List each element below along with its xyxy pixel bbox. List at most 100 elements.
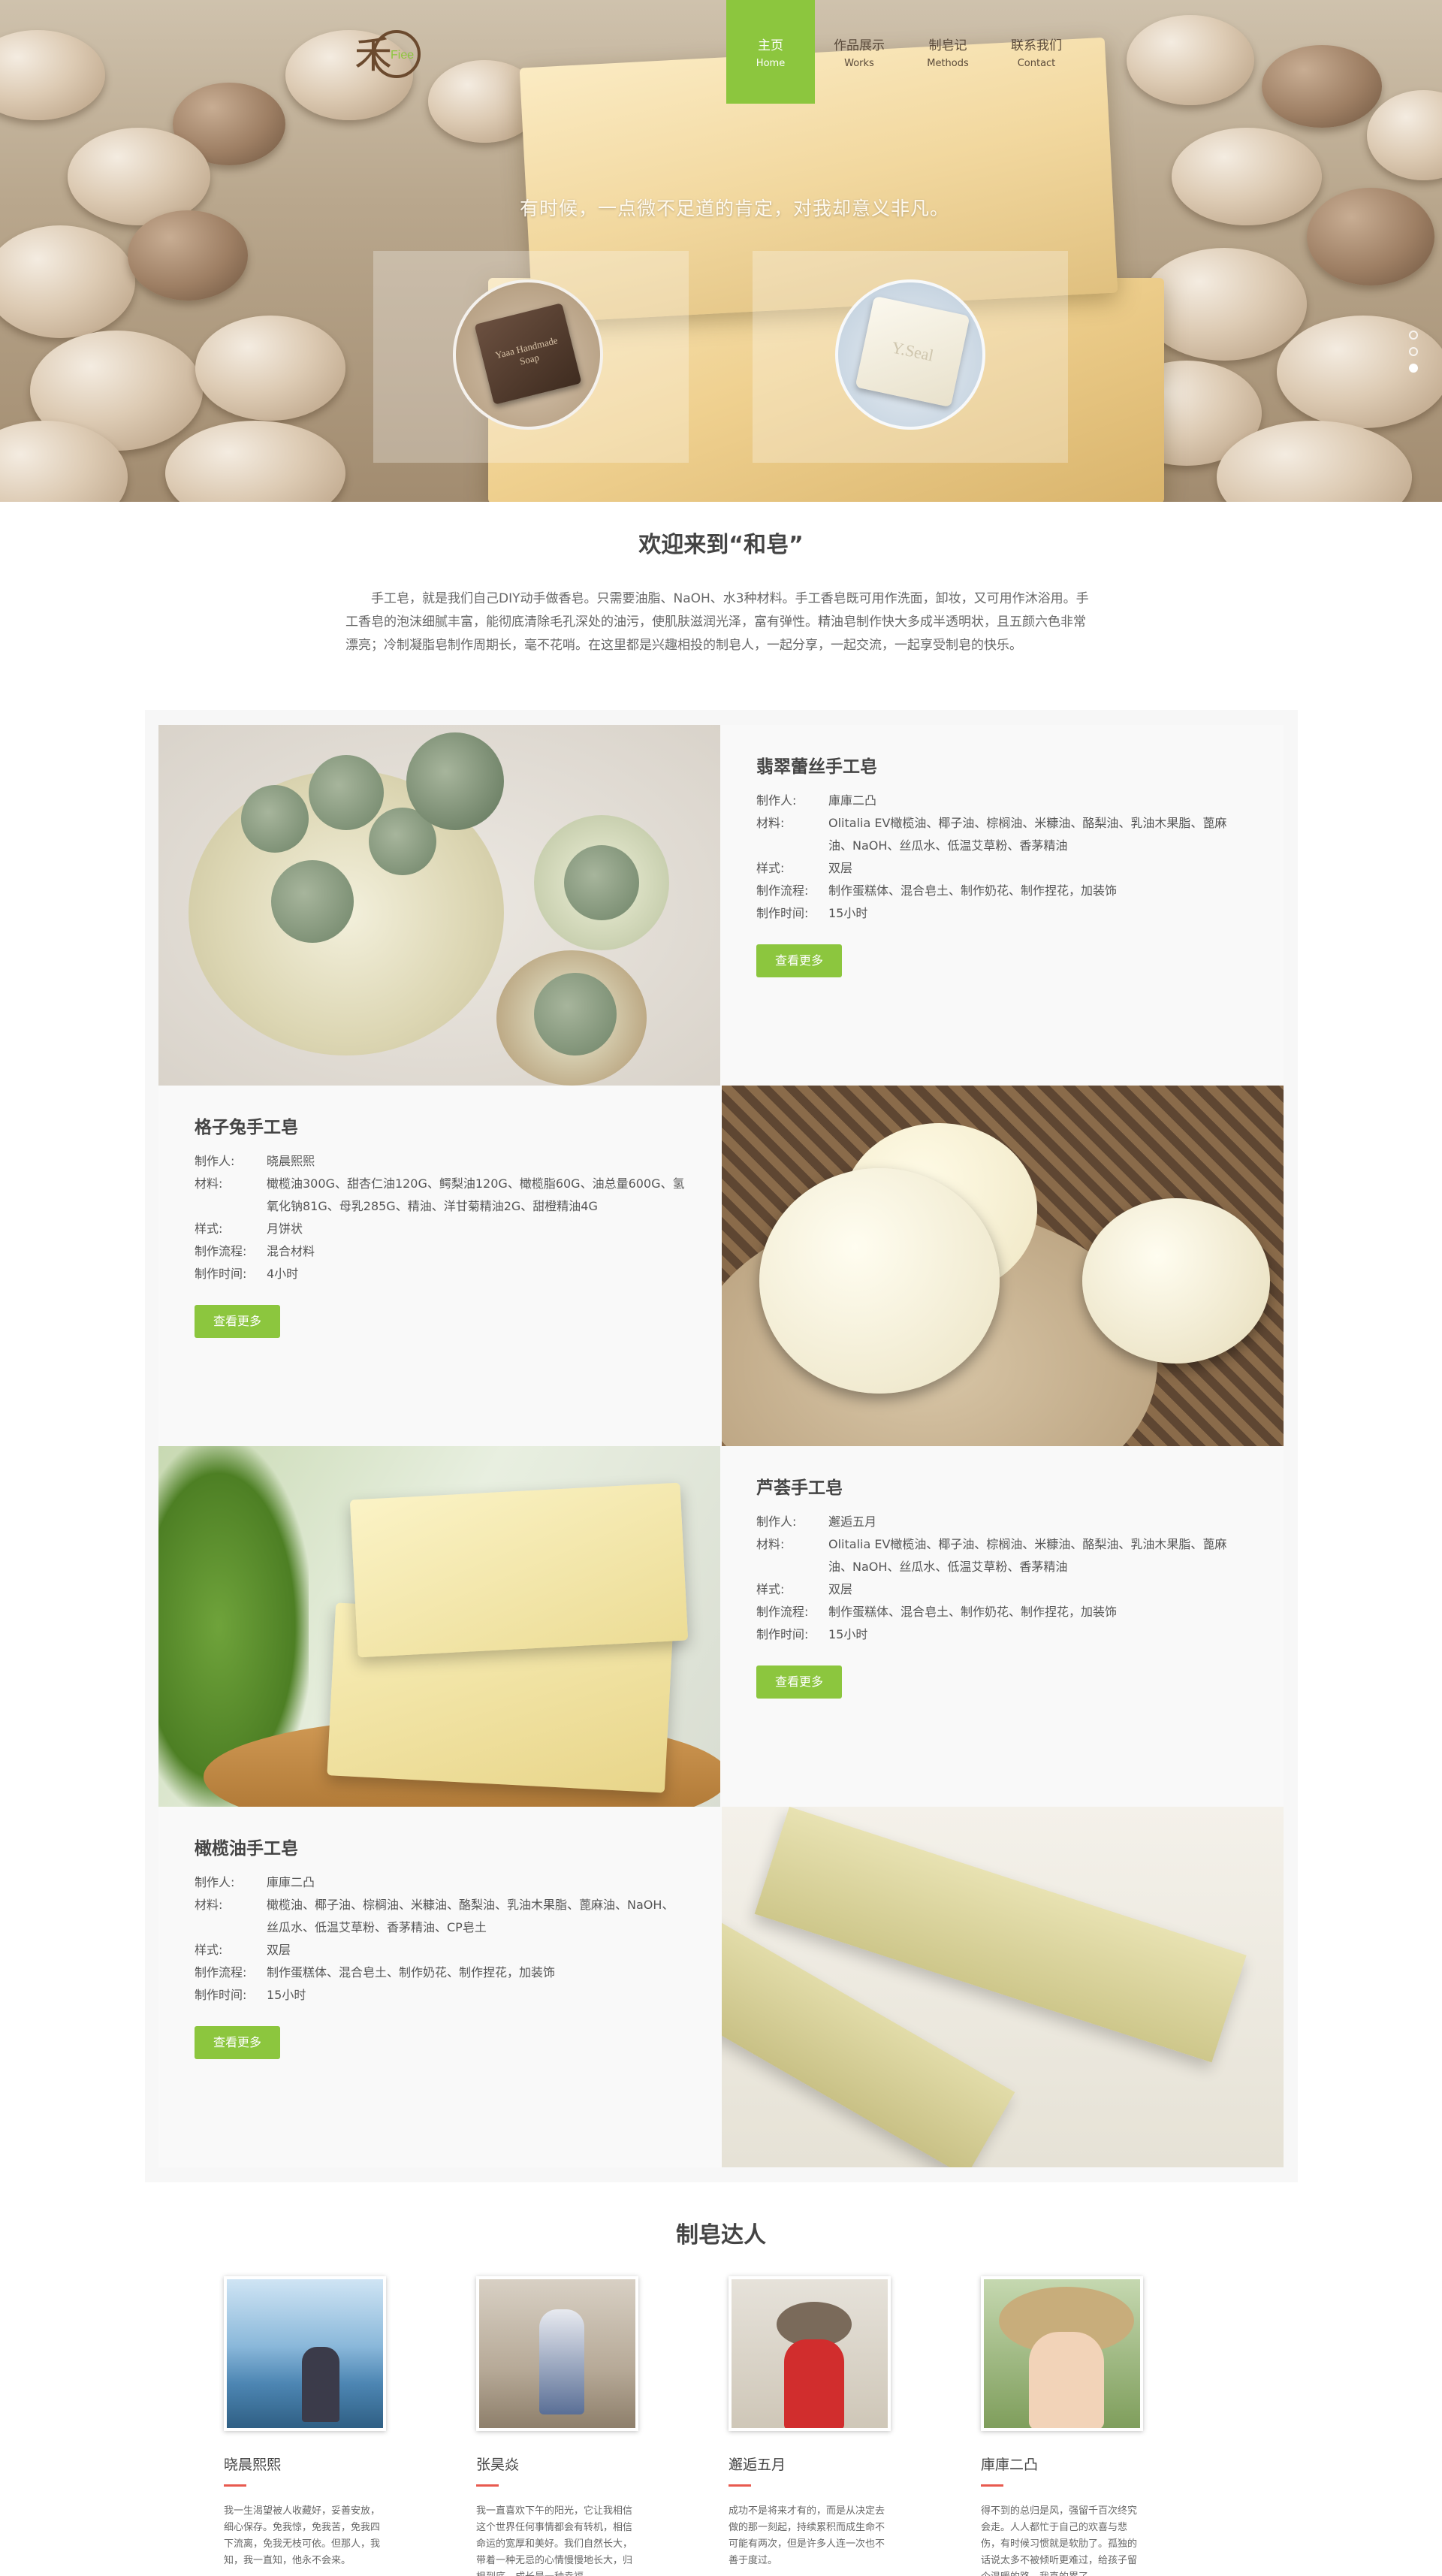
spec-value: 庫庫二凸	[267, 1875, 315, 1889]
view-more-button[interactable]: 查看更多	[756, 1665, 842, 1699]
avatar[interactable]	[981, 2276, 1143, 2431]
rose-decoration	[534, 973, 617, 1055]
spec-label: 制作人:	[756, 1514, 797, 1529]
welcome-text: 手工皂，就是我们自己DIY动手做香皂。只需要油脂、NaOH、水3种材料。手工香皂…	[345, 591, 1089, 653]
rose-decoration	[406, 732, 504, 830]
spec-label: 样式:	[195, 1943, 223, 1957]
spec-label: 制作人:	[756, 793, 797, 808]
spec-style: 样式: 月饼状	[195, 1218, 686, 1240]
spec-label: 制作流程:	[756, 1605, 809, 1619]
master-card[interactable]: 张昊焱 我一直喜欢下午的阳光，它让我相信这个世界任何事情都会有转机，相信命运的宽…	[476, 2276, 638, 2576]
name-underline	[476, 2484, 499, 2487]
spec-label: 材料:	[195, 1176, 223, 1191]
product-image-rabbit-soap	[722, 1086, 1284, 1446]
nav-item-works[interactable]: 作品展示 Works	[815, 0, 904, 104]
spec-value: 邂逅五月	[828, 1514, 877, 1529]
avatar[interactable]	[476, 2276, 638, 2431]
spec-value: 橄榄油300G、甜杏仁油120G、鳄梨油120G、橄榄脂60G、油总量600G、…	[267, 1176, 685, 1213]
view-more-button[interactable]: 查看更多	[195, 2026, 280, 2059]
spec-materials: 材料: Olitalia EV橄榄油、椰子油、棕榈油、米糠油、酪梨油、乳油木果脂、…	[756, 1533, 1247, 1578]
nav-label-en: Contact	[1017, 58, 1056, 69]
avatar-face	[1029, 2332, 1104, 2428]
spec-time: 制作时间: 15小时	[756, 902, 1247, 925]
pebble-decoration	[1307, 188, 1434, 285]
nav-label-zh: 主页	[758, 38, 783, 53]
master-card[interactable]: 庫庫二凸 得不到的总归是风，强留千百次终究会走。人人都忙于自己的欢喜与悲伤，有时…	[981, 2276, 1143, 2576]
pebble-decoration	[128, 210, 248, 300]
product-image-lace-soap	[158, 725, 720, 1086]
master-bio: 成功不是将来才有的，而是从决定去做的那一刻起，持续累积而成生命不可能有两次，但是…	[729, 2505, 885, 2566]
avatar-figure	[784, 2339, 844, 2428]
spec-label: 制作人:	[195, 1875, 235, 1889]
slider-dot[interactable]	[1409, 331, 1418, 340]
spec-value: 15小时	[828, 1627, 868, 1641]
slider-dot[interactable]	[1409, 347, 1418, 356]
spec-value: 制作蛋糕体、混合皂土、制作奶花、制作捏花，加装饰	[267, 1965, 556, 1980]
spec-materials: 材料: Olitalia EV橄榄油、椰子油、棕榈油、米糠油、酪梨油、乳油木果脂、…	[756, 812, 1247, 857]
master-name: 庫庫二凸	[981, 2457, 1039, 2473]
soap-photo-round: Yaaa Handmade Soap	[453, 279, 603, 430]
nav-item-home[interactable]: 主页 Home	[726, 0, 815, 104]
spec-materials: 材料: 橄榄油300G、甜杏仁油120G、鳄梨油120G、橄榄脂60G、油总量60…	[195, 1173, 686, 1218]
master-name: 张昊焱	[476, 2457, 520, 2473]
nav-label-en: Home	[756, 58, 786, 69]
brand-logo[interactable]: 禾 Fiee	[353, 26, 428, 83]
spec-value: 庫庫二凸	[828, 793, 877, 808]
product-info-1: 翡翠蕾丝手工皂 制作人: 庫庫二凸 材料: Olitalia EV橄榄油、椰子油、棕…	[720, 725, 1284, 1086]
name-underline	[729, 2484, 751, 2487]
rose-decoration	[564, 845, 639, 920]
spec-value: 4小时	[267, 1267, 299, 1281]
spec-value: 橄榄油、椰子油、棕榈油、米糠油、酪梨油、乳油木果脂、蓖麻油、NaOH、丝瓜水、低…	[267, 1898, 674, 1934]
spec-value: 月饼状	[267, 1222, 303, 1236]
pebble-decoration	[1262, 45, 1382, 128]
spec-label: 样式:	[195, 1222, 223, 1236]
spec-style: 样式: 双层	[756, 857, 1247, 880]
spec-label: 制作流程:	[195, 1244, 247, 1258]
master-name: 晓晨熙熙	[224, 2457, 282, 2473]
product-row: 芦荟手工皂 制作人: 邂逅五月 材料: Olitalia EV橄榄油、椰子油、棕榈油…	[158, 1446, 1284, 1807]
product-info-2: 格子兔手工皂 制作人: 晓晨熙熙 材料: 橄榄油300G、甜杏仁油120G、鳄梨油1…	[158, 1086, 722, 1446]
master-name: 邂逅五月	[729, 2457, 786, 2473]
nav-item-methods[interactable]: 制皂记 Methods	[904, 0, 992, 104]
product-list: 翡翠蕾丝手工皂 制作人: 庫庫二凸 材料: Olitalia EV橄榄油、椰子油、棕…	[145, 710, 1298, 2182]
spec-label: 材料:	[756, 1537, 785, 1551]
view-more-button[interactable]: 查看更多	[756, 944, 842, 977]
product-name: 格子兔手工皂	[195, 1118, 298, 1137]
hero-tagline: 有时候，一点微不足道的肯定，对我却意义非凡。	[520, 198, 950, 219]
master-card[interactable]: 晓晨熙熙 我一生渴望被人收藏好，妥善安放，细心保存。免我惊，免我苦，免我四下流离…	[224, 2276, 386, 2569]
soap-photo-round: Y.Seal	[835, 279, 985, 430]
spec-label: 制作时间:	[195, 1988, 247, 2002]
spec-process: 制作流程: 制作蛋糕体、混合皂土、制作奶花、制作捏花，加装饰	[195, 1961, 686, 1984]
product-info-3: 芦荟手工皂 制作人: 邂逅五月 材料: Olitalia EV橄榄油、椰子油、棕榈油…	[720, 1446, 1284, 1807]
master-bio: 得不到的总归是风，强留千百次终究会走。人人都忙于自己的欢喜与悲伤，有时候习惯就是…	[981, 2505, 1138, 2576]
name-underline	[224, 2484, 246, 2487]
hero-panel-right[interactable]: Y.Seal	[753, 251, 1068, 463]
product-row: 格子兔手工皂 制作人: 晓晨熙熙 材料: 橄榄油300G、甜杏仁油120G、鳄梨油1…	[158, 1086, 1284, 1446]
slider-dot-active[interactable]	[1409, 364, 1418, 373]
nav-label-zh: 作品展示	[834, 38, 885, 53]
master-card[interactable]: 邂逅五月 成功不是将来才有的，而是从决定去做的那一刻起，持续累积而成生命不可能有…	[729, 2276, 891, 2569]
avatar[interactable]	[729, 2276, 891, 2431]
product-row: 翡翠蕾丝手工皂 制作人: 庫庫二凸 材料: Olitalia EV橄榄油、椰子油、棕…	[158, 725, 1284, 1086]
mooncake-soap-rabbit	[759, 1168, 1000, 1394]
welcome-title: 欢迎来到“和皂”	[638, 532, 804, 558]
product-image-aloe-soap	[158, 1446, 720, 1807]
product-name: 橄榄油手工皂	[195, 1839, 298, 1859]
spec-time: 制作时间: 15小时	[195, 1984, 686, 2007]
pebble-decoration	[1172, 128, 1322, 225]
view-more-button[interactable]: 查看更多	[195, 1305, 280, 1338]
main-nav: 主页 Home 作品展示 Works 制皂记 Methods 联系我们 Cont…	[726, 0, 1081, 104]
pebble-decoration	[165, 421, 345, 502]
hero-panel-left[interactable]: Yaaa Handmade Soap	[373, 251, 689, 463]
product-info-4: 橄榄油手工皂 制作人: 庫庫二凸 材料: 橄榄油、椰子油、棕榈油、米糠油、酪梨油、乳…	[158, 1807, 722, 2167]
soap-stamp-text: Y.Seal	[889, 337, 936, 365]
spec-label: 材料:	[195, 1898, 223, 1912]
nav-item-contact[interactable]: 联系我们 Contact	[992, 0, 1081, 104]
spec-value: 双层	[828, 1582, 853, 1596]
white-soap-bar: Y.Seal	[855, 295, 970, 408]
nav-label-zh: 联系我们	[1011, 38, 1062, 53]
spec-value: Olitalia EV橄榄油、椰子油、棕榈油、米糠油、酪梨油、乳油木果脂、蓖麻油…	[828, 816, 1227, 853]
avatar[interactable]	[224, 2276, 386, 2431]
spec-process: 制作流程: 制作蛋糕体、混合皂土、制作奶花、制作捏花，加装饰	[756, 880, 1247, 902]
dark-soap-bar: Yaaa Handmade Soap	[474, 303, 582, 405]
